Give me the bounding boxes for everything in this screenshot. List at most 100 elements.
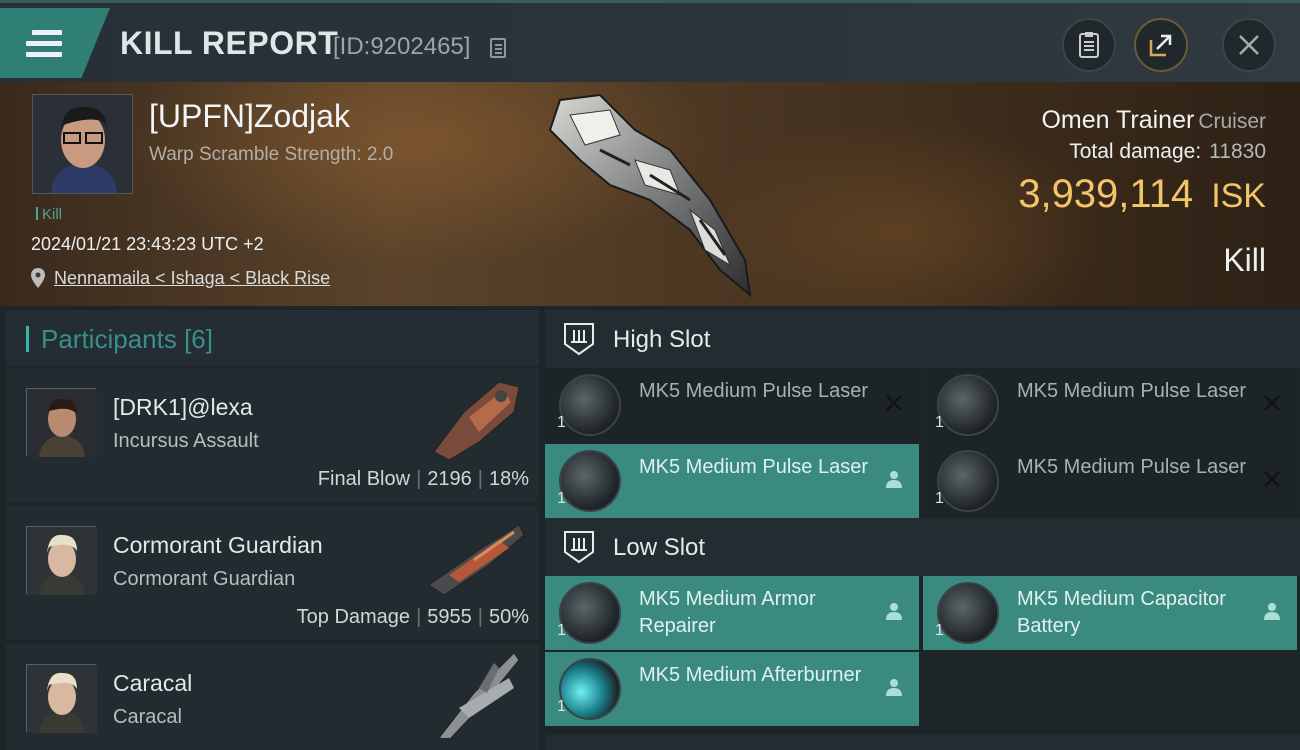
participants-title: Participants — [41, 324, 177, 354]
victim-ship-image — [548, 93, 752, 298]
module-item[interactable]: 1 MK5 Medium Afterburner — [545, 652, 919, 726]
module-name: MK5 Medium Pulse Laser — [639, 456, 868, 478]
kill-tag: Kill — [36, 206, 62, 223]
participant-row[interactable]: [DRK1]@lexa Incursus Assault Final Blow |… — [6, 368, 539, 502]
participant-percent: 50% — [488, 606, 529, 628]
copy-icon[interactable] — [490, 38, 506, 58]
participant-ship: Cormorant Guardian — [113, 568, 296, 590]
menu-button[interactable] — [0, 8, 110, 78]
isk-unit: ISK — [1211, 177, 1266, 215]
participant-percent: 18% — [488, 468, 529, 490]
module-item[interactable]: 1 MK5 Medium Pulse Laser — [545, 368, 919, 442]
module-item[interactable]: 1 MK5 Medium Armor Repairer — [545, 576, 919, 650]
victim-pilot-name[interactable]: [UPFN]Zodjak — [149, 98, 350, 135]
participants-panel: Participants [6] [DRK1]@lexa Incursus As… — [6, 310, 539, 750]
module-name: MK5 Medium Armor Repairer — [639, 588, 816, 637]
module-name: MK5 Medium Capacitor Battery — [1017, 588, 1226, 637]
high-slot-title: High Slot — [613, 326, 711, 353]
participant-damage: 2196 — [427, 468, 472, 490]
pulse-laser-icon — [559, 374, 621, 436]
header-bar: KILL REPORT [ID:9202465] — [0, 0, 1300, 82]
participant-ship-image — [433, 381, 520, 461]
fitting-panel: High Slot 1 MK5 Medium Pulse Laser 1 MK5… — [545, 310, 1300, 750]
pulse-laser-icon — [559, 450, 621, 512]
pulse-laser-icon — [937, 374, 999, 436]
isk-value: 3,939,114 ISK — [1018, 172, 1266, 217]
module-quantity: 1 — [557, 490, 566, 507]
participant-name: Cormorant Guardian — [113, 532, 323, 558]
participant-name: [DRK1]@lexa — [113, 394, 253, 420]
participant-row[interactable]: Cormorant Guardian Cormorant Guardian To… — [6, 506, 539, 640]
clipboard-button[interactable] — [1062, 18, 1116, 72]
participants-header: Participants [6] — [6, 310, 539, 366]
dropped-person-icon — [886, 603, 902, 620]
victim-portrait[interactable] — [32, 94, 133, 194]
total-damage-label: Total damage: — [1069, 140, 1202, 163]
participant-ship-image — [428, 524, 525, 596]
kill-report-screen: KILL REPORT [ID:9202465] [UPFN]Zodjak Wa… — [0, 0, 1300, 750]
page-title: KILL REPORT — [120, 25, 339, 61]
participant-name: Caracal — [113, 670, 193, 696]
module-quantity: 1 — [935, 414, 944, 431]
module-quantity: 1 — [557, 622, 566, 639]
warp-scramble-strength: Warp Scramble Strength: 2.0 — [149, 144, 394, 165]
participant-stat-label: Final Blow — [317, 468, 411, 490]
location-pin-icon — [31, 268, 45, 288]
participant-portrait — [26, 388, 97, 457]
low-slot-title: Low Slot — [613, 534, 706, 561]
module-quantity: 1 — [557, 414, 566, 431]
hamburger-menu-icon — [26, 30, 62, 58]
module-name: MK5 Medium Pulse Laser — [1017, 380, 1246, 402]
module-item[interactable]: 1 MK5 Medium Capacitor Battery — [923, 576, 1297, 650]
destroyed-icon — [886, 395, 902, 411]
isk-amount: 3,939,114 — [1018, 172, 1194, 216]
module-quantity: 1 — [557, 698, 566, 715]
participant-portrait — [26, 526, 97, 595]
participant-stats: Top Damage | 5955 | 50% — [296, 606, 529, 628]
close-button[interactable] — [1222, 18, 1276, 72]
participant-ship-image — [438, 652, 520, 738]
victim-banner: [UPFN]Zodjak Warp Scramble Strength: 2.0… — [0, 82, 1300, 306]
participant-stat-label: Top Damage — [296, 606, 411, 628]
clipboard-icon — [1079, 32, 1099, 58]
dropped-person-icon — [886, 471, 902, 488]
location-link[interactable]: Nennamaila < Ishaga < Black Rise — [54, 268, 330, 289]
pulse-laser-icon — [937, 450, 999, 512]
participant-stats: Final Blow | 2196 | 18% — [317, 468, 529, 490]
close-icon — [1239, 35, 1259, 55]
module-quantity: 1 — [935, 490, 944, 507]
victim-ship-class: Cruiser — [1198, 110, 1266, 133]
participant-row[interactable]: Caracal Caracal — [6, 644, 539, 750]
kill-datetime: 2024/01/21 23:43:23 UTC +2 — [31, 234, 264, 254]
participant-portrait — [26, 664, 97, 733]
victim-ship[interactable]: Omen Trainer Cruiser — [1041, 106, 1266, 135]
total-damage: Total damage: 11830 — [1069, 140, 1266, 164]
participant-ship: Incursus Assault — [113, 430, 259, 452]
low-slot-icon — [564, 531, 594, 564]
dropped-person-icon — [886, 679, 902, 696]
afterburner-icon — [559, 658, 621, 720]
share-button[interactable] — [1134, 18, 1188, 72]
module-item[interactable]: 1 MK5 Medium Pulse Laser — [545, 444, 919, 518]
module-name: MK5 Medium Pulse Laser — [1017, 456, 1246, 478]
armor-repairer-icon — [559, 582, 621, 644]
participant-damage: 5955 — [427, 606, 472, 628]
report-id: [ID:9202465] — [333, 33, 471, 60]
module-name: MK5 Medium Afterburner — [639, 664, 862, 686]
destroyed-icon — [1264, 395, 1280, 411]
low-slot-header: Low Slot — [545, 518, 1300, 576]
participant-ship: Caracal — [113, 706, 182, 728]
module-item[interactable]: 1 MK5 Medium Pulse Laser — [923, 368, 1297, 442]
destroyed-icon — [1264, 471, 1280, 487]
high-slot-header: High Slot — [545, 310, 1300, 368]
dropped-person-icon — [1264, 603, 1280, 620]
module-item[interactable]: 1 MK5 Medium Pulse Laser — [923, 444, 1297, 518]
kill-result: Kill — [1223, 242, 1266, 278]
participants-count: [6] — [184, 324, 213, 354]
module-name: MK5 Medium Pulse Laser — [639, 380, 868, 402]
next-slot-header-partial — [545, 735, 1300, 750]
capacitor-battery-icon — [937, 582, 999, 644]
victim-ship-name: Omen Trainer — [1041, 106, 1195, 134]
high-slot-icon — [564, 323, 594, 356]
share-icon — [1149, 34, 1172, 57]
